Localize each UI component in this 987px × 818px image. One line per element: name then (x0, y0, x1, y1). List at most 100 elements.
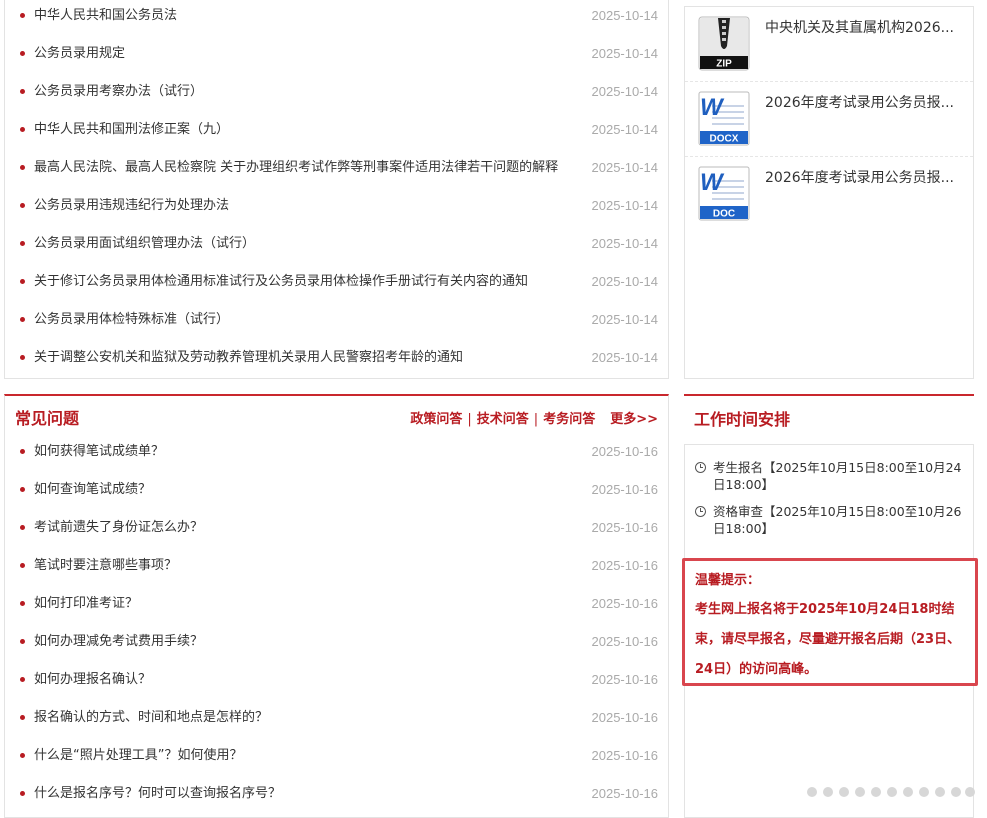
item-title-link[interactable]: 最高人民法院、最高人民检察院 关于办理组织考试作弊等刑事案件适用法律若干问题的解… (34, 152, 558, 184)
faq-panel: 常见问题 政策问答 | 技术问答 | 考务问答 更多>> 如何获得笔试成绩单？ 2025-1… (4, 394, 669, 818)
tech-qa-link[interactable]: 技术问答 (477, 412, 529, 427)
exam-qa-link[interactable]: 考务问答 (543, 412, 595, 427)
bullet-icon (20, 203, 25, 208)
item-date: 2025-10-16 (591, 748, 659, 763)
item-date: 2025-10-14 (591, 198, 659, 213)
watermark-image (807, 787, 975, 797)
list-item[interactable]: 最高人民法院、最高人民检察院 关于办理组织考试作弊等刑事案件适用法律若干问题的解… (5, 152, 668, 190)
list-item[interactable]: 中华人民共和国刑法修正案（九） 2025-10-14 (5, 114, 668, 152)
item-date: 2025-10-14 (591, 274, 659, 289)
download-item[interactable]: W DOC 2026年度考试录用公务员报... (685, 157, 973, 231)
item-title-link[interactable]: 公务员录用考察办法（试行） (34, 76, 203, 108)
list-item[interactable]: 报名确认的方式、时间和地点是怎样的？ 2025-10-16 (5, 702, 668, 740)
item-title-link[interactable]: 什么是“照片处理工具”？如何使用？ (34, 740, 242, 772)
bullet-icon (20, 677, 25, 682)
item-title-link[interactable]: 公务员录用体检特殊标准（试行） (34, 304, 229, 336)
item-title-link[interactable]: 关于修订公务员录用体检通用标准试行及公务员录用体检操作手册试行有关内容的通知 (34, 266, 528, 298)
download-title[interactable]: 中央机关及其直属机构2026... (765, 17, 954, 37)
item-title-link[interactable]: 中华人民共和国公务员法 (34, 0, 177, 32)
item-title-link[interactable]: 笔试时要注意哪些事项？ (34, 550, 177, 582)
list-item[interactable]: 如何查询笔试成绩？ 2025-10-16 (5, 474, 668, 512)
list-item[interactable]: 什么是“照片处理工具”？如何使用？ 2025-10-16 (5, 740, 668, 778)
item-date: 2025-10-16 (591, 596, 659, 611)
item-title-link[interactable]: 公务员录用规定 (34, 38, 125, 70)
item-date: 2025-10-14 (591, 350, 659, 365)
list-item[interactable]: 公务员录用面试组织管理办法（试行） 2025-10-14 (5, 228, 668, 266)
bullet-icon (20, 89, 25, 94)
bullet-icon (20, 791, 25, 796)
item-title-link[interactable]: 如何办理减免考试费用手续？ (34, 626, 203, 658)
faq-list: 如何获得笔试成绩单？ 2025-10-16 如何查询笔试成绩？ 2025-10-16 考… (5, 436, 668, 816)
download-title[interactable]: 2026年度考试录用公务员报... (765, 92, 954, 112)
list-item[interactable]: 如何办理报名确认？ 2025-10-16 (5, 664, 668, 702)
bullet-icon (20, 487, 25, 492)
docx-file-icon: W DOCX (698, 91, 750, 146)
schedule-title: 工作时间安排 (694, 410, 791, 429)
item-title-link[interactable]: 公务员录用违规违纪行为处理办法 (34, 190, 229, 222)
divider: | (467, 412, 472, 427)
item-date: 2025-10-14 (591, 160, 659, 175)
list-item[interactable]: 公务员录用规定 2025-10-14 (5, 38, 668, 76)
bullet-icon (20, 563, 25, 568)
item-title-link[interactable]: 什么是报名序号？何时可以查询报名序号？ (34, 778, 281, 810)
bullet-icon (20, 601, 25, 606)
svg-text:DOCX: DOCX (710, 134, 739, 145)
tip-box: 温馨提示： 考生网上报名将于2025年10月24日18时结束，请尽早报名，尽量避… (682, 558, 978, 686)
item-title-link[interactable]: 如何查询笔试成绩？ (34, 474, 151, 506)
bullet-icon (20, 715, 25, 720)
item-title-link[interactable]: 中华人民共和国刑法修正案（九） (34, 114, 229, 146)
item-date: 2025-10-16 (591, 558, 659, 573)
svg-text:ZIP: ZIP (716, 59, 732, 70)
item-title-link[interactable]: 公务员录用面试组织管理办法（试行） (34, 228, 255, 260)
list-item[interactable]: 如何获得笔试成绩单？ 2025-10-16 (5, 436, 668, 474)
faq-title: 常见问题 (15, 409, 80, 428)
list-item[interactable]: 公务员录用考察办法（试行） 2025-10-14 (5, 76, 668, 114)
item-date: 2025-10-16 (591, 520, 659, 535)
svg-text:W: W (700, 94, 725, 121)
bullet-icon (20, 449, 25, 454)
policy-qa-link[interactable]: 政策问答 (410, 412, 462, 427)
item-date: 2025-10-16 (591, 786, 659, 801)
item-title-link[interactable]: 如何打印准考证？ (34, 588, 138, 620)
download-item[interactable]: ZIP 中央机关及其直属机构2026... (685, 7, 973, 82)
item-title-link[interactable]: 如何办理报名确认？ (34, 664, 151, 696)
list-item[interactable]: 如何办理减免考试费用手续？ 2025-10-16 (5, 626, 668, 664)
download-title[interactable]: 2026年度考试录用公务员报... (765, 167, 954, 187)
item-title-link[interactable]: 如何获得笔试成绩单？ (34, 436, 164, 468)
bullet-icon (20, 165, 25, 170)
list-item[interactable]: 关于修订公务员录用体检通用标准试行及公务员录用体检操作手册试行有关内容的通知 20… (5, 266, 668, 304)
tip-title: 温馨提示： (695, 573, 761, 588)
item-title-link[interactable]: 报名确认的方式、时间和地点是怎样的？ (34, 702, 268, 734)
doc-file-icon: W DOC (698, 166, 750, 221)
list-item[interactable]: 中华人民共和国公务员法 2025-10-14 (5, 0, 668, 38)
laws-list: 中华人民共和国公务员法 2025-10-14 公务员录用规定 2025-10-14 公务… (5, 0, 668, 380)
item-title-link[interactable]: 关于调整公安机关和监狱及劳动教养管理机关录用人民警察招考年龄的通知 (34, 342, 463, 374)
bullet-icon (20, 355, 25, 360)
list-item[interactable]: 公务员录用违规违纪行为处理办法 2025-10-14 (5, 190, 668, 228)
clock-icon (695, 462, 706, 473)
zip-file-icon: ZIP (698, 16, 750, 71)
list-item[interactable]: 什么是报名序号？何时可以查询报名序号？ 2025-10-16 (5, 778, 668, 816)
list-item[interactable]: 关于调整公安机关和监狱及劳动教养管理机关录用人民警察招考年龄的通知 2025-10… (5, 342, 668, 380)
clock-icon (695, 506, 706, 517)
bullet-icon (20, 241, 25, 246)
item-date: 2025-10-16 (591, 710, 659, 725)
list-item[interactable]: 笔试时要注意哪些事项？ 2025-10-16 (5, 550, 668, 588)
item-date: 2025-10-14 (591, 122, 659, 137)
svg-text:W: W (700, 169, 725, 196)
download-item[interactable]: W DOCX 2026年度考试录用公务员报... (685, 82, 973, 157)
schedule-item: 资格审查【2025年10月15日8:00至10月26日18:00】 (695, 503, 963, 537)
more-link[interactable]: 更多>> (610, 412, 658, 427)
list-item[interactable]: 公务员录用体检特殊标准（试行） 2025-10-14 (5, 304, 668, 342)
bullet-icon (20, 639, 25, 644)
bullet-icon (20, 753, 25, 758)
item-date: 2025-10-14 (591, 236, 659, 251)
faq-header: 常见问题 政策问答 | 技术问答 | 考务问答 更多>> (5, 396, 668, 436)
svg-text:DOC: DOC (713, 209, 735, 220)
bullet-icon (20, 279, 25, 284)
list-item[interactable]: 如何打印准考证？ 2025-10-16 (5, 588, 668, 626)
divider: | (533, 412, 539, 427)
bullet-icon (20, 127, 25, 132)
list-item[interactable]: 考试前遗失了身份证怎么办？ 2025-10-16 (5, 512, 668, 550)
item-title-link[interactable]: 考试前遗失了身份证怎么办？ (34, 512, 203, 544)
